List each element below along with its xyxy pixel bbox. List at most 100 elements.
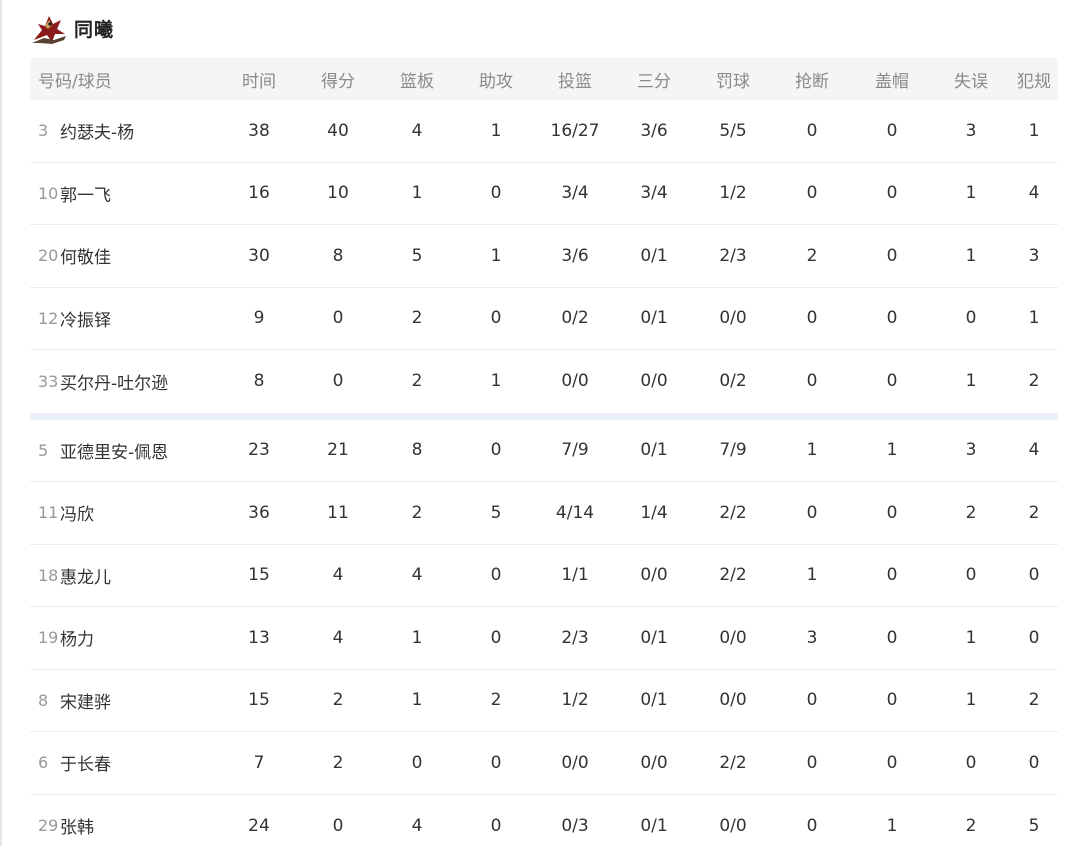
player-cell: 3约瑟夫-杨 xyxy=(38,100,134,162)
player-name[interactable]: 买尔丹-吐尔逊 xyxy=(60,369,168,394)
table-row[interactable]: 20何敬佳 30 8 5 1 3/6 0/1 2/3 2 0 1 3 xyxy=(30,225,1058,288)
stat-turnovers: 1 xyxy=(966,163,977,225)
player-name[interactable]: 亚德里安-佩恩 xyxy=(60,438,168,463)
column-header-field-goals[interactable]: 投篮 xyxy=(558,58,592,100)
stat-fouls: 2 xyxy=(1029,350,1040,413)
player-name[interactable]: 张韩 xyxy=(60,813,94,838)
stat-turnovers: 2 xyxy=(966,795,977,857)
stat-free-throws: 5/5 xyxy=(719,100,746,162)
player-name[interactable]: 郭一飞 xyxy=(60,181,111,206)
stat-turnovers: 1 xyxy=(966,607,977,669)
player-name[interactable]: 于长春 xyxy=(60,750,111,775)
stat-three-pointers: 0/0 xyxy=(640,545,667,607)
player-cell: 19杨力 xyxy=(38,607,94,669)
stat-three-pointers: 0/0 xyxy=(640,350,667,413)
column-header-player[interactable]: 号码/球员 xyxy=(38,58,112,100)
column-header-fouls[interactable]: 犯规 xyxy=(1017,58,1051,100)
player-name[interactable]: 惠龙儿 xyxy=(60,563,111,588)
table-row[interactable]: 12冷振铎 9 0 2 0 0/2 0/1 0/0 0 0 0 1 xyxy=(30,288,1058,351)
stat-time: 15 xyxy=(248,670,270,732)
player-cell: 33买尔丹-吐尔逊 xyxy=(38,350,168,413)
stat-turnovers: 3 xyxy=(966,420,977,482)
column-header-steals[interactable]: 抢断 xyxy=(795,58,829,100)
table-row[interactable]: 10郭一飞 16 10 1 0 3/4 3/4 1/2 0 0 1 4 xyxy=(30,163,1058,226)
stat-points: 2 xyxy=(333,732,344,794)
table-row[interactable]: 8宋建骅 15 2 1 2 1/2 0/1 0/0 0 0 1 2 xyxy=(30,670,1058,733)
stat-time: 38 xyxy=(248,100,270,162)
table-header-row: 号码/球员 时间 得分 篮板 助攻 投篮 三分 罚球 抢断 盖帽 失误 犯规 xyxy=(30,58,1058,100)
table-row[interactable]: 6于长春 7 2 0 0 0/0 0/0 2/2 0 0 0 0 xyxy=(30,732,1058,795)
stat-free-throws: 0/2 xyxy=(719,350,746,413)
stat-blocks: 1 xyxy=(887,420,898,482)
column-header-time[interactable]: 时间 xyxy=(242,58,276,100)
stat-fouls: 4 xyxy=(1029,163,1040,225)
table-row[interactable]: 11冯欣 36 11 2 5 4/14 1/4 2/2 0 0 2 2 xyxy=(30,482,1058,545)
player-cell: 29张韩 xyxy=(38,795,94,857)
table-row[interactable]: 3约瑟夫-杨 38 40 4 1 16/27 3/6 5/5 0 0 3 1 xyxy=(30,100,1058,163)
stat-three-pointers: 0/0 xyxy=(640,732,667,794)
column-header-assists[interactable]: 助攻 xyxy=(479,58,513,100)
stat-field-goals: 2/3 xyxy=(561,607,588,669)
stat-field-goals: 4/14 xyxy=(556,482,594,544)
stat-points: 4 xyxy=(333,545,344,607)
player-name[interactable]: 宋建骅 xyxy=(60,688,111,713)
player-cell: 20何敬佳 xyxy=(38,225,111,287)
jersey-number: 18 xyxy=(38,566,60,585)
stat-free-throws: 2/3 xyxy=(719,225,746,287)
stat-points: 10 xyxy=(327,163,349,225)
stat-points: 40 xyxy=(327,100,349,162)
starters-group: 3约瑟夫-杨 38 40 4 1 16/27 3/6 5/5 0 0 3 1 1… xyxy=(30,100,1058,413)
stat-assists: 1 xyxy=(491,225,502,287)
player-cell: 11冯欣 xyxy=(38,482,94,544)
column-header-turnovers[interactable]: 失误 xyxy=(954,58,988,100)
player-name[interactable]: 何敬佳 xyxy=(60,243,111,268)
table-row[interactable]: 33买尔丹-吐尔逊 8 0 2 1 0/0 0/0 0/2 0 0 1 2 xyxy=(30,350,1058,413)
player-cell: 18惠龙儿 xyxy=(38,545,111,607)
stat-blocks: 0 xyxy=(887,670,898,732)
column-header-points[interactable]: 得分 xyxy=(321,58,355,100)
column-header-free-throws[interactable]: 罚球 xyxy=(716,58,750,100)
stat-fouls: 0 xyxy=(1029,607,1040,669)
stat-rebounds: 4 xyxy=(412,100,423,162)
jersey-number: 5 xyxy=(38,441,60,460)
stat-turnovers: 1 xyxy=(966,350,977,413)
jersey-number: 6 xyxy=(38,753,60,772)
stat-steals: 1 xyxy=(807,420,818,482)
stat-time: 24 xyxy=(248,795,270,857)
player-name[interactable]: 冯欣 xyxy=(60,500,94,525)
stat-fouls: 0 xyxy=(1029,732,1040,794)
stat-field-goals: 16/27 xyxy=(551,100,600,162)
stat-rebounds: 8 xyxy=(412,420,423,482)
stat-points: 8 xyxy=(333,225,344,287)
stat-time: 36 xyxy=(248,482,270,544)
stat-time: 8 xyxy=(254,350,265,413)
stat-rebounds: 1 xyxy=(412,607,423,669)
column-header-rebounds[interactable]: 篮板 xyxy=(400,58,434,100)
stat-steals: 0 xyxy=(807,482,818,544)
player-name[interactable]: 冷振铎 xyxy=(60,306,111,331)
table-row[interactable]: 18惠龙儿 15 4 4 0 1/1 0/0 2/2 1 0 0 0 xyxy=(30,545,1058,608)
stat-assists: 1 xyxy=(491,100,502,162)
stat-assists: 2 xyxy=(491,670,502,732)
table-row[interactable]: 5亚德里安-佩恩 23 21 8 0 7/9 0/1 7/9 1 1 3 4 xyxy=(30,420,1058,483)
stat-points: 4 xyxy=(333,607,344,669)
jersey-number: 10 xyxy=(38,184,60,203)
column-header-three-pointers[interactable]: 三分 xyxy=(637,58,671,100)
stat-rebounds: 1 xyxy=(412,670,423,732)
table-row[interactable]: 29张韩 24 0 4 0 0/3 0/1 0/0 0 1 2 5 xyxy=(30,795,1058,857)
stat-three-pointers: 0/1 xyxy=(640,795,667,857)
player-stats-table: 号码/球员 时间 得分 篮板 助攻 投篮 三分 罚球 抢断 盖帽 失误 犯规 3… xyxy=(30,58,1058,857)
stat-rebounds: 5 xyxy=(412,225,423,287)
player-name[interactable]: 约瑟夫-杨 xyxy=(60,118,134,143)
stat-assists: 0 xyxy=(491,732,502,794)
table-row[interactable]: 19杨力 13 4 1 0 2/3 0/1 0/0 3 0 1 0 xyxy=(30,607,1058,670)
player-name[interactable]: 杨力 xyxy=(60,625,94,650)
stat-three-pointers: 0/1 xyxy=(640,225,667,287)
team-header: 同曦 xyxy=(30,8,114,48)
stat-time: 30 xyxy=(248,225,270,287)
column-header-blocks[interactable]: 盖帽 xyxy=(875,58,909,100)
stat-free-throws: 0/0 xyxy=(719,288,746,350)
stat-steals: 3 xyxy=(807,607,818,669)
stat-three-pointers: 1/4 xyxy=(640,482,667,544)
stat-points: 0 xyxy=(333,350,344,413)
